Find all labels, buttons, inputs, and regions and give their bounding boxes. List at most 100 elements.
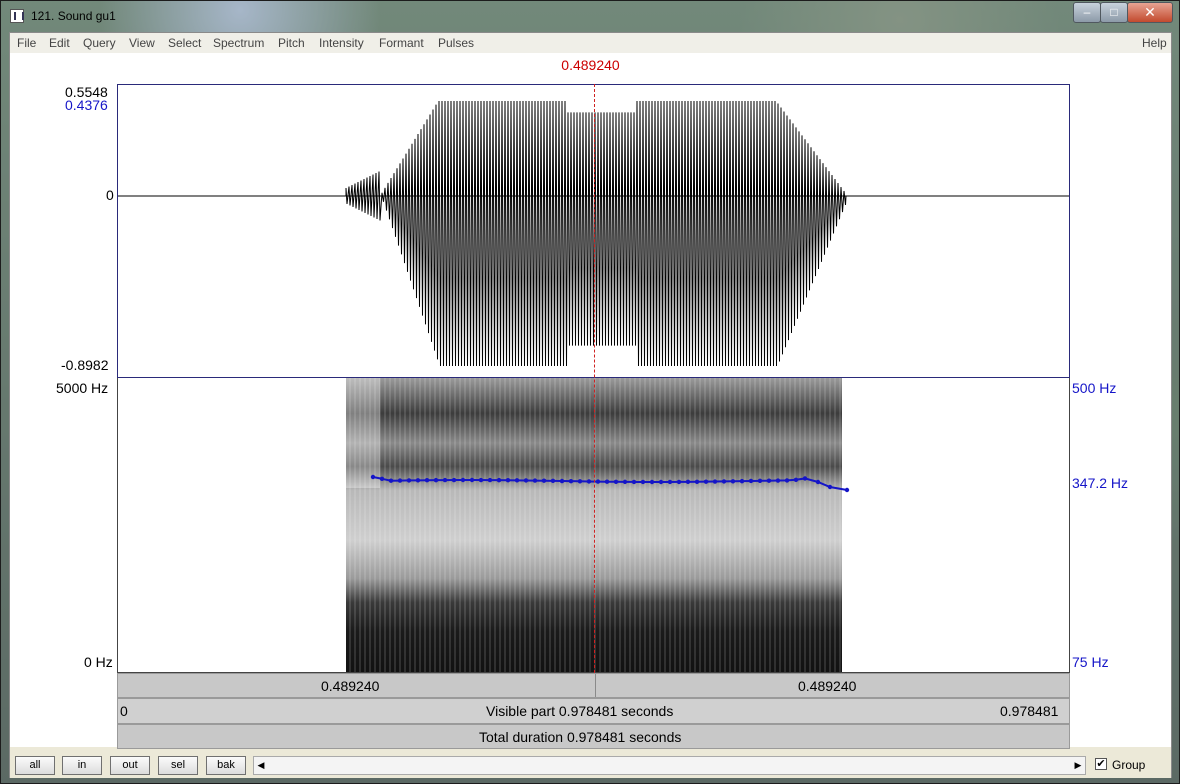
- pitch-point: [514, 478, 520, 483]
- visible-part-bar[interactable]: 0 Visible part 0.978481 seconds 0.978481: [117, 698, 1070, 724]
- pitch-point: [703, 479, 709, 484]
- pitch-point: [748, 478, 754, 484]
- sound-editor-area[interactable]: 0.489240 0.5548 0.4376 0 -0.8982 5000 Hz…: [10, 53, 1171, 749]
- menu-pitch[interactable]: Pitch: [278, 36, 305, 50]
- praat-app-icon: [10, 9, 24, 23]
- visible-part-label: Visible part 0.978481 seconds: [486, 703, 674, 719]
- pitch-point: [757, 478, 763, 484]
- total-duration-bar[interactable]: Total duration 0.978481 seconds: [117, 724, 1070, 749]
- freq-bottom-label: 0 Hz: [84, 654, 113, 670]
- menu-spectrum[interactable]: Spectrum: [213, 36, 264, 50]
- zoom-all-button[interactable]: all: [15, 756, 55, 775]
- menu-help[interactable]: Help: [1142, 36, 1167, 50]
- praat-sound-window: 121. Sound gu1 – □ ✕ File Edit Query Vie…: [0, 0, 1180, 784]
- menu-query[interactable]: Query: [83, 36, 116, 50]
- zoom-back-button[interactable]: bak: [206, 756, 246, 775]
- pitch-point: [694, 479, 700, 484]
- bottom-toolbar: all in out sel bak ◀ ▶ ✔ Group: [10, 750, 1171, 778]
- scroll-right-arrow-icon[interactable]: ▶: [1071, 757, 1085, 774]
- pitch-point: [784, 478, 790, 483]
- pitch-point: [676, 479, 682, 485]
- title-bar[interactable]: 121. Sound gu1 – □ ✕: [1, 1, 1180, 32]
- pitch-point: [505, 478, 511, 483]
- pitch-point: [775, 478, 781, 483]
- pitch-point: [739, 478, 745, 484]
- wave-yvalue-label: 0.4376: [65, 97, 108, 113]
- pitch-point: [496, 477, 502, 483]
- pitch-point: [460, 477, 466, 483]
- pitch-point: [685, 479, 691, 485]
- pitch-point: [397, 478, 403, 483]
- spectrogram-onset-fade: [346, 378, 380, 488]
- left-segment-time: 0.489240: [321, 678, 380, 694]
- pitch-top-label: 500 Hz: [1072, 380, 1117, 396]
- right-segment-time: 0.489240: [798, 678, 857, 694]
- pitch-point: [388, 478, 394, 483]
- pitch-point: [379, 476, 385, 481]
- pitch-point: [827, 484, 833, 490]
- pitch-point: [523, 478, 529, 483]
- pitch-point: [640, 479, 646, 485]
- pitch-point: [424, 478, 430, 483]
- pitch-point: [631, 479, 637, 485]
- segment-divider: [595, 674, 596, 697]
- zoom-sel-button[interactable]: sel: [158, 756, 198, 775]
- zoom-out-button[interactable]: out: [110, 756, 150, 775]
- pitch-point: [487, 477, 493, 483]
- menu-intensity[interactable]: Intensity: [319, 36, 364, 50]
- pitch-value-label: 347.2 Hz: [1072, 475, 1129, 491]
- time-scrollbar[interactable]: ◀ ▶: [253, 756, 1086, 775]
- menu-pulses[interactable]: Pulses: [438, 36, 474, 50]
- close-icon[interactable]: ✕: [1127, 2, 1173, 23]
- minimize-icon[interactable]: –: [1073, 2, 1101, 23]
- pitch-point: [406, 478, 412, 483]
- cursor-time-label: 0.489240: [561, 57, 620, 73]
- pitch-point: [595, 479, 601, 484]
- time-cursor[interactable]: [594, 84, 595, 673]
- pitch-bottom-label: 75 Hz: [1072, 654, 1109, 670]
- window-title: 121. Sound gu1: [31, 9, 116, 23]
- group-label: Group: [1112, 758, 1146, 772]
- menu-select[interactable]: Select: [168, 36, 201, 50]
- pitch-point: [793, 477, 799, 482]
- pitch-point: [532, 478, 538, 483]
- pitch-point: [667, 479, 673, 485]
- pitch-point: [766, 478, 772, 483]
- pitch-point: [649, 479, 655, 485]
- menu-view[interactable]: View: [129, 36, 155, 50]
- menu-bar: File Edit Query View Select Spectrum Pit…: [10, 33, 1171, 53]
- pitch-point: [568, 478, 574, 484]
- pitch-point: [433, 477, 439, 483]
- pitch-point: [613, 479, 619, 484]
- maximize-icon[interactable]: □: [1100, 2, 1128, 23]
- pitch-point: [415, 478, 421, 483]
- pitch-point: [815, 479, 821, 485]
- menu-file[interactable]: File: [17, 36, 36, 50]
- pitch-point: [802, 476, 808, 481]
- pitch-point: [658, 479, 664, 485]
- pitch-point: [478, 477, 484, 483]
- pitch-point: [844, 487, 850, 493]
- group-checkbox[interactable]: ✔: [1095, 758, 1107, 770]
- pitch-point: [577, 479, 583, 484]
- pitch-point: [559, 478, 565, 484]
- zoom-in-button[interactable]: in: [62, 756, 102, 775]
- pitch-point: [442, 477, 448, 483]
- pitch-point: [541, 478, 547, 483]
- freq-top-label: 5000 Hz: [56, 380, 109, 396]
- window-client: File Edit Query View Select Spectrum Pit…: [9, 32, 1172, 778]
- wave-ymin-label: -0.8982: [61, 357, 109, 373]
- total-duration-label: Total duration 0.978481 seconds: [479, 729, 682, 745]
- pitch-point: [586, 479, 592, 484]
- cursor-position-bar[interactable]: 0.489240 0.489240: [117, 673, 1070, 698]
- menu-formant[interactable]: Formant: [379, 36, 424, 50]
- pitch-point: [721, 479, 727, 484]
- pitch-point: [469, 477, 475, 483]
- pitch-point: [604, 479, 610, 484]
- pitch-point: [550, 478, 556, 484]
- visible-end: 0.978481: [1000, 703, 1059, 719]
- wave-yzero-label: 0: [106, 187, 114, 203]
- scroll-left-arrow-icon[interactable]: ◀: [254, 757, 268, 774]
- pitch-point: [712, 479, 718, 484]
- menu-edit[interactable]: Edit: [49, 36, 70, 50]
